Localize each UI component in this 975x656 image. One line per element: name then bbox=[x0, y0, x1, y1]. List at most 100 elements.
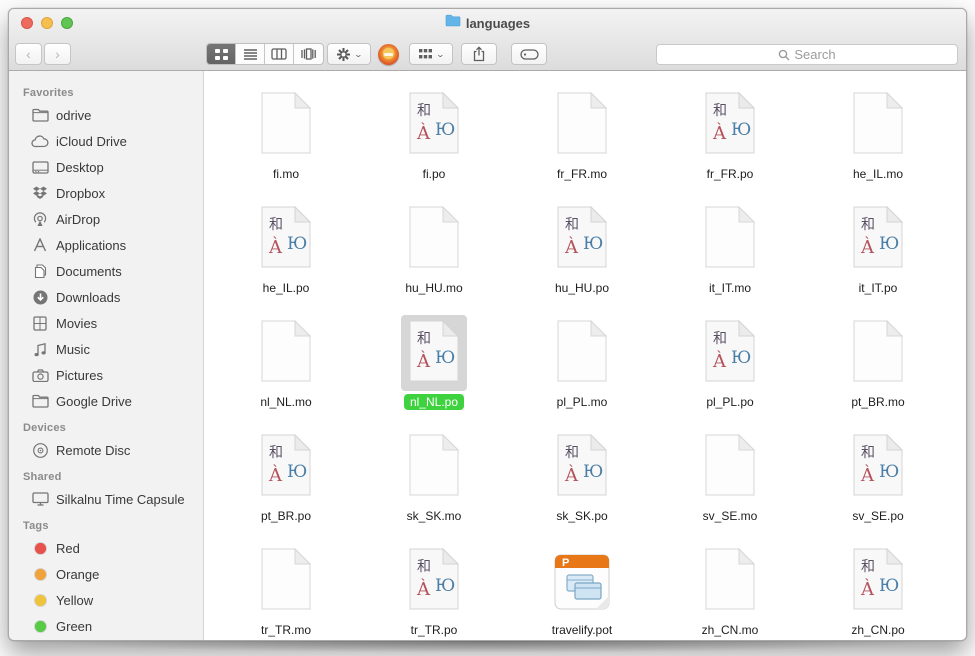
column-view-button[interactable] bbox=[265, 44, 294, 64]
file-item-hu-HU-mo[interactable]: hu_HU.mo bbox=[360, 195, 508, 309]
action-menu-button[interactable]: ⌄ bbox=[327, 43, 371, 65]
close-button[interactable] bbox=[21, 17, 33, 29]
mo-file-icon bbox=[253, 87, 319, 163]
sidebar-item-label: AirDrop bbox=[56, 212, 100, 227]
file-grid[interactable]: fi.mo 和 À Ю fi.po fr_FR.mo 和 À Ю fr_FR.p… bbox=[204, 71, 966, 641]
coverflow-view-button[interactable] bbox=[294, 44, 323, 64]
file-item-sk-SK-mo[interactable]: sk_SK.mo bbox=[360, 423, 508, 537]
sidebar-item-dropbox[interactable]: Dropbox bbox=[9, 180, 203, 206]
file-name-label: zh_CN.mo bbox=[696, 622, 765, 638]
sidebar-item-google-drive[interactable]: Google Drive bbox=[9, 388, 203, 414]
desktop-icon bbox=[31, 159, 49, 175]
file-item-it-IT-mo[interactable]: it_IT.mo bbox=[656, 195, 804, 309]
dropbox-icon bbox=[31, 185, 49, 201]
sidebar-item-orange[interactable]: Orange bbox=[9, 561, 203, 587]
forward-button[interactable]: › bbox=[44, 43, 71, 65]
file-item-hu-HU-po[interactable]: 和 À Ю hu_HU.po bbox=[508, 195, 656, 309]
file-item-he-IL-mo[interactable]: he_IL.mo bbox=[804, 81, 952, 195]
list-view-button[interactable] bbox=[236, 44, 265, 64]
file-item-sk-SK-po[interactable]: 和 À Ю sk_SK.po bbox=[508, 423, 656, 537]
sidebar-section: Devices Remote Disc bbox=[9, 414, 203, 463]
sidebar-item-yellow[interactable]: Yellow bbox=[9, 587, 203, 613]
traffic-lights bbox=[21, 17, 73, 29]
file-item-zh-CN-mo[interactable]: zh_CN.mo bbox=[656, 537, 804, 641]
sidebar-item-label: Yellow bbox=[56, 593, 93, 608]
back-button[interactable]: ‹ bbox=[15, 43, 42, 65]
file-item-fr-FR-po[interactable]: 和 À Ю fr_FR.po bbox=[656, 81, 804, 195]
mo-file-icon bbox=[401, 201, 467, 277]
sidebar-item-remote-disc[interactable]: Remote Disc bbox=[9, 437, 203, 463]
sidebar-section-header: Shared bbox=[9, 463, 203, 486]
svg-text:À: À bbox=[416, 577, 431, 600]
downloads-icon bbox=[31, 289, 49, 305]
folder-icon bbox=[445, 14, 461, 32]
sidebar-item-green[interactable]: Green bbox=[9, 613, 203, 639]
sidebar-item-label: Remote Disc bbox=[56, 443, 130, 458]
icon-view-button[interactable] bbox=[207, 44, 236, 64]
svg-text:和: 和 bbox=[861, 217, 875, 233]
file-name-label: fi.mo bbox=[267, 166, 305, 182]
sidebar-item-red[interactable]: Red bbox=[9, 535, 203, 561]
sidebar-item-music[interactable]: Music bbox=[9, 336, 203, 362]
share-button[interactable] bbox=[461, 43, 497, 65]
svg-text:和: 和 bbox=[861, 559, 875, 575]
svg-text:和: 和 bbox=[565, 445, 579, 461]
file-item-sv-SE-mo[interactable]: sv_SE.mo bbox=[656, 423, 804, 537]
orange-app-icon[interactable] bbox=[378, 44, 399, 65]
file-item-pt-BR-po[interactable]: 和 À Ю pt_BR.po bbox=[212, 423, 360, 537]
file-item-zh-CN-po[interactable]: 和 À Ю zh_CN.po bbox=[804, 537, 952, 641]
file-name-label: pt_BR.mo bbox=[845, 394, 910, 410]
file-item-sv-SE-po[interactable]: 和 À Ю sv_SE.po bbox=[804, 423, 952, 537]
file-item-fi-po[interactable]: 和 À Ю fi.po bbox=[360, 81, 508, 195]
file-item-pl-PL-po[interactable]: 和 À Ю pl_PL.po bbox=[656, 309, 804, 423]
file-item-pl-PL-mo[interactable]: pl_PL.mo bbox=[508, 309, 656, 423]
folder-icon bbox=[31, 393, 49, 409]
sidebar-item-documents[interactable]: Documents bbox=[9, 258, 203, 284]
file-item-tr-TR-mo[interactable]: tr_TR.mo bbox=[212, 537, 360, 641]
sidebar-item-icloud-drive[interactable]: iCloud Drive bbox=[9, 128, 203, 154]
zoom-button[interactable] bbox=[61, 17, 73, 29]
sidebar-item-label: Google Drive bbox=[56, 394, 132, 409]
movies-icon bbox=[31, 315, 49, 331]
svg-text:P: P bbox=[562, 557, 569, 569]
file-name-label: travelify.pot bbox=[546, 622, 618, 638]
green-tag-icon bbox=[31, 618, 49, 634]
file-item-nl-NL-po[interactable]: 和 À Ю nl_NL.po bbox=[360, 309, 508, 423]
file-name-label: zh_CN.po bbox=[845, 622, 910, 638]
file-item-fr-FR-mo[interactable]: fr_FR.mo bbox=[508, 81, 656, 195]
sidebar-item-desktop[interactable]: Desktop bbox=[9, 154, 203, 180]
sidebar-item-airdrop[interactable]: AirDrop bbox=[9, 206, 203, 232]
svg-text:Ю: Ю bbox=[879, 234, 899, 254]
sidebar-item-movies[interactable]: Movies bbox=[9, 310, 203, 336]
file-item-it-IT-po[interactable]: 和 À Ю it_IT.po bbox=[804, 195, 952, 309]
documents-icon bbox=[31, 263, 49, 279]
tag-button[interactable] bbox=[511, 43, 547, 65]
file-item-pt-BR-mo[interactable]: pt_BR.mo bbox=[804, 309, 952, 423]
file-item-nl-NL-mo[interactable]: nl_NL.mo bbox=[212, 309, 360, 423]
sidebar-item-pictures[interactable]: Pictures bbox=[9, 362, 203, 388]
titlebar[interactable]: languages bbox=[9, 9, 966, 37]
svg-text:Ю: Ю bbox=[583, 462, 603, 482]
finder-window: languages ‹ › bbox=[8, 8, 967, 641]
search-icon bbox=[778, 49, 790, 61]
display-icon bbox=[31, 491, 49, 507]
file-item-tr-TR-po[interactable]: 和 À Ю tr_TR.po bbox=[360, 537, 508, 641]
mo-file-icon bbox=[549, 87, 615, 163]
file-item-he-IL-po[interactable]: 和 À Ю he_IL.po bbox=[212, 195, 360, 309]
file-item-fi-mo[interactable]: fi.mo bbox=[212, 81, 360, 195]
search-input[interactable]: Search bbox=[656, 44, 958, 65]
sidebar-item-downloads[interactable]: Downloads bbox=[9, 284, 203, 310]
svg-text:À: À bbox=[860, 577, 875, 600]
navigation-buttons: ‹ › bbox=[15, 43, 71, 65]
svg-text:À: À bbox=[564, 235, 579, 258]
cloud-icon bbox=[31, 133, 49, 149]
sidebar-item-applications[interactable]: Applications bbox=[9, 232, 203, 258]
arrange-menu-button[interactable]: ⌄ bbox=[409, 43, 453, 65]
file-item-travelify-pot[interactable]: P travelify.pot bbox=[508, 537, 656, 641]
file-name-label: nl_NL.po bbox=[404, 394, 464, 410]
file-name-label: he_IL.mo bbox=[847, 166, 909, 182]
sidebar-item-odrive[interactable]: odrive bbox=[9, 102, 203, 128]
po-file-icon: 和 À Ю bbox=[697, 87, 763, 163]
sidebar-item-silkalnu-time-capsule[interactable]: Silkalnu Time Capsule bbox=[9, 486, 203, 512]
minimize-button[interactable] bbox=[41, 17, 53, 29]
